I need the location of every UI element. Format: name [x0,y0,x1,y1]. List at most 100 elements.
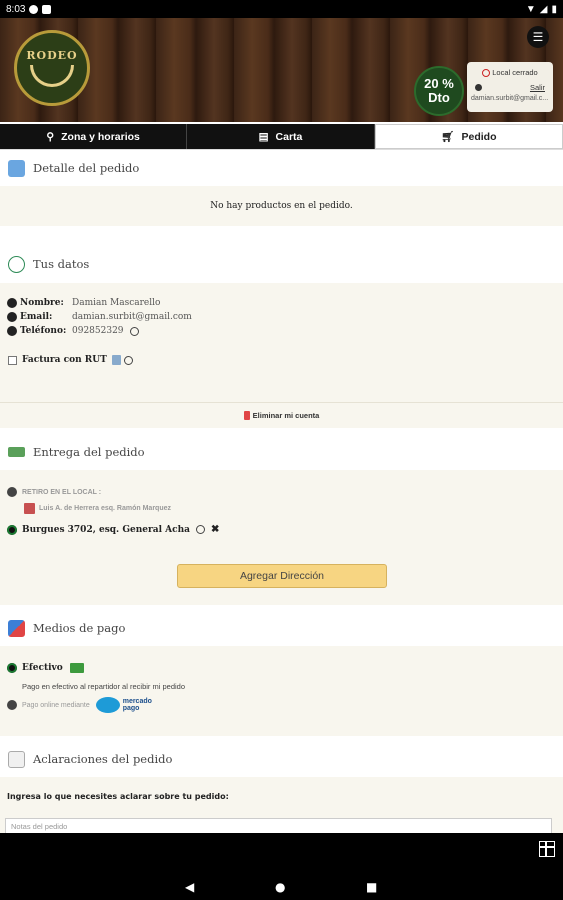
discount-percent: 20 % [424,76,454,91]
tab-zona-horarios[interactable]: ⚲ Zona y horarios [0,124,188,149]
notification-icon [29,4,39,14]
signal-icon: ◢ [539,3,548,15]
phone-icon [7,326,17,336]
store-status: Local cerrado [492,68,538,77]
cash-option[interactable]: Efectivo [0,663,563,673]
section-title: Tus datos [33,257,90,271]
phone-label: Teléfono: [20,326,67,336]
user-email: damian.surbit@gmail.c... [471,95,549,102]
location-pin-icon: ⚲ [46,130,55,143]
logout-link[interactable]: Salir [530,83,545,92]
edit-address-icon[interactable] [195,525,205,534]
invoice-checkbox[interactable] [8,355,17,365]
user-icon [475,84,482,91]
navigation-bar: ◀ ● ■ [0,833,563,900]
email-icon [7,312,17,322]
email-row: Email: damian.surbit@gmail.com [0,310,563,324]
user-data-panel: Nombre: Damian Mascarello Email: damian.… [0,283,563,402]
discount-badge: 20 % Dto [414,66,464,116]
menu-book-icon: ▤ [258,130,269,143]
section-title: Medios de pago [33,621,126,635]
rodeo-logo[interactable]: RODEO [14,30,90,106]
status-bar: 8:03 ▼ ◢ ▮ [0,0,563,18]
user-circle-icon [8,255,25,273]
main-tabs: ⚲ Zona y horarios ▤ Carta 🛒︎ Pedido [0,124,563,150]
address-radio[interactable] [7,524,17,535]
back-icon[interactable]: ◀ [185,880,194,894]
mp-line1: mercado [122,698,152,705]
saved-address-option[interactable]: Burgues 3702, esq. General Acha ✖ [0,524,563,535]
payment-header: Medios de pago [0,610,563,646]
delete-account-label: Eliminar mi cuenta [252,411,320,420]
clock: 8:03 [6,3,26,15]
store-icon [24,503,35,514]
notes-header: Aclaraciones del pedido [0,741,563,777]
edit-phone-icon[interactable] [129,326,139,336]
home-icon[interactable]: ● [275,880,285,894]
cart-icon: 🛒︎ [441,131,455,143]
phone-row: Teléfono: 092852329 [0,324,563,338]
person-icon [7,298,17,308]
delete-address-icon[interactable]: ✖ [211,524,219,535]
order-detail-panel: No hay productos en el pedido. [0,186,563,226]
edit-invoice-icon[interactable] [123,355,133,365]
section-title: Entrega del pedido [33,445,145,459]
trash-icon [243,411,250,420]
store-status-card: Local cerrado Salir damian.surbit@gmail.… [467,62,553,112]
tab-label: Pedido [461,130,497,143]
cash-radio[interactable] [7,663,17,673]
tab-label: Carta [275,130,303,143]
app-notification-icon [42,4,52,14]
email-value: damian.surbit@gmail.com [72,312,192,322]
invoice-row: Factura con RUT [0,355,563,365]
delivery-header: Entrega del pedido [0,434,563,470]
discount-label: Dto [428,90,450,105]
user-data-header: Tus datos [0,246,563,282]
pickup-address-row: Luis A. de Herrera esq. Ramón Marquez [0,503,563,514]
online-option[interactable]: Pago online mediante mercado pago [0,697,563,713]
payment-icon [8,619,25,637]
bull-icon [30,65,74,87]
empty-order-message: No hay productos en el pedido. [210,201,353,211]
cash-description: Pago en efectivo al repartidor al recibi… [22,682,186,691]
pickup-radio[interactable] [7,487,17,497]
handshake-icon [95,697,120,713]
name-value: Damian Mascarello [72,298,161,308]
tab-carta[interactable]: ▤ Carta [187,124,375,149]
add-address-button[interactable]: Agregar Dirección [177,564,387,588]
phone-value: 092852329 [72,326,124,336]
document-icon [111,355,121,365]
delivery-icon [8,447,25,457]
mp-line2: pago [122,705,140,712]
section-title: Aclaraciones del pedido [33,752,173,766]
section-title: Detalle del pedido [33,161,140,175]
closed-icon [482,68,491,77]
menu-icon[interactable]: ☰ [527,26,549,48]
name-row: Nombre: Damian Mascarello [0,296,563,310]
brand-text: RODEO [26,49,78,62]
recents-icon[interactable]: ■ [366,880,377,894]
cash-label: Efectivo [22,663,63,673]
pickup-label: RETIRO EN EL LOCAL : [22,488,102,496]
notepad-icon [8,750,25,768]
keyboard-grid-icon[interactable] [539,841,555,857]
payment-panel: Efectivo Pago en efectivo al repartidor … [0,646,563,736]
mercadopago-logo: mercado pago [95,697,152,713]
tab-pedido[interactable]: 🛒︎ Pedido [374,124,563,149]
clipboard-icon [8,159,25,177]
pickup-option[interactable]: RETIRO EN EL LOCAL : [0,487,563,497]
tab-label: Zona y horarios [61,130,140,143]
order-detail-header: Detalle del pedido [0,150,563,186]
cash-icon [69,663,84,673]
wifi-icon: ▼ [525,3,536,15]
online-label: Pago online mediante [22,701,90,709]
name-label: Nombre: [20,298,64,308]
invoice-label: Factura con RUT [22,355,107,365]
pickup-address: Luis A. de Herrera esq. Ramón Marquez [39,505,171,512]
notes-label: Ingresa lo que necesites aclarar sobre t… [7,792,229,801]
header-banner: RODEO ☰ 20 % Dto Local cerrado Salir dam… [0,18,563,122]
email-label: Email: [20,312,53,322]
delete-account-link[interactable]: Eliminar mi cuenta [0,402,563,428]
online-radio[interactable] [7,700,17,710]
notes-input[interactable]: Notas del pedido [5,818,552,834]
